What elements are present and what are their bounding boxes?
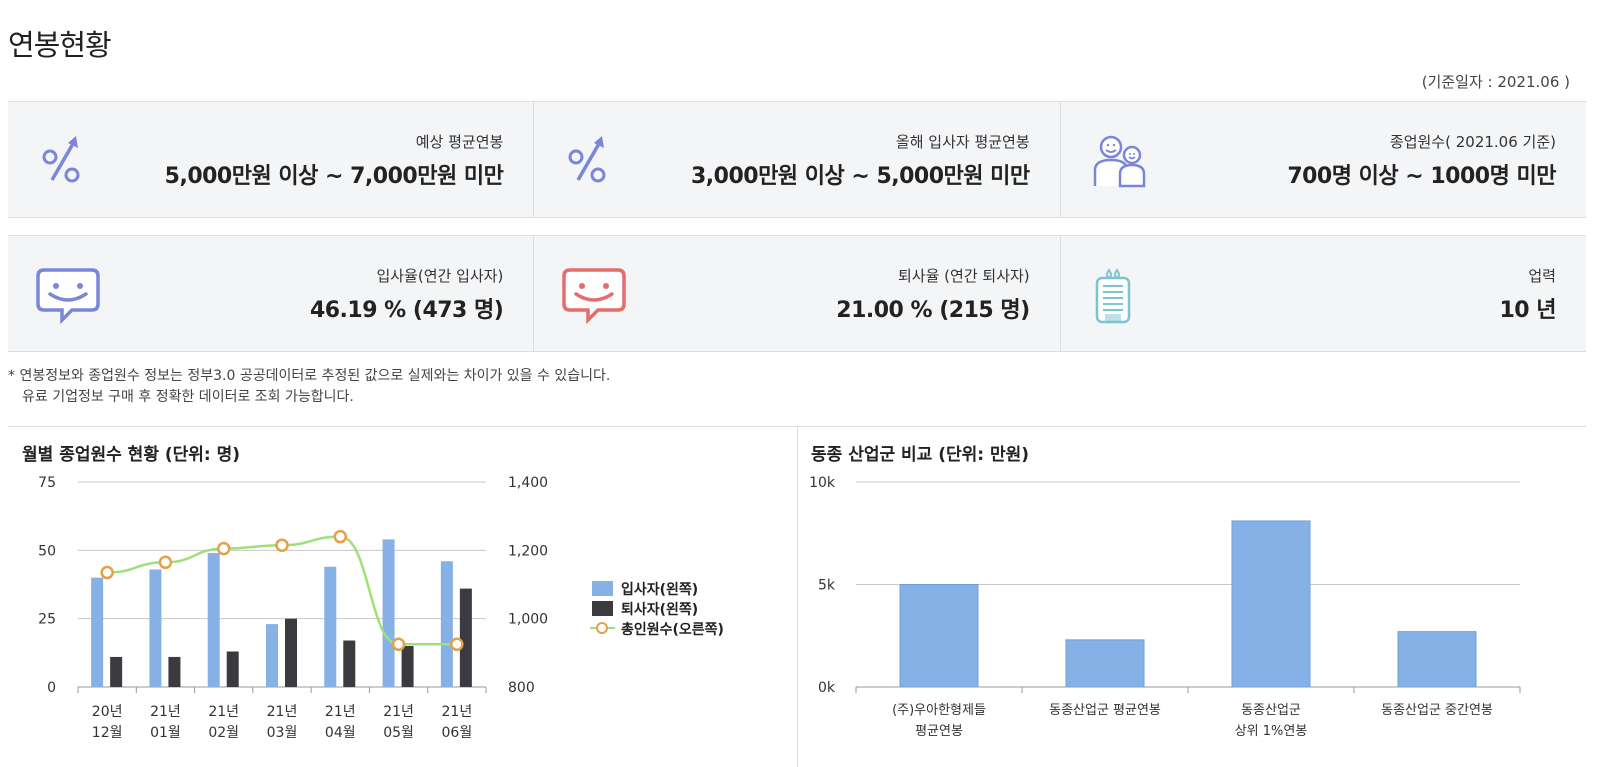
point-total-employees xyxy=(158,555,173,570)
percent-up-icon xyxy=(42,136,80,183)
x-tick-label: (주)우아한형제들 xyxy=(892,703,986,718)
stat-resign-rate: 퇴사율 (연간 퇴사자) 21.00 % (215 명) xyxy=(534,236,1061,351)
point-total-employees xyxy=(216,541,231,556)
x-tick-label: 21년 xyxy=(208,704,239,720)
page-title: 연봉현황 xyxy=(8,28,112,62)
x-tick-label: 01월 xyxy=(150,725,181,741)
stat-label: 올해 입사자 평균연봉 xyxy=(895,133,1030,151)
stats-row-salary: 예상 평균연봉 5,000만원 이상 ~ 7,000만원 미만 올해 입사자 평… xyxy=(8,101,1586,218)
x-tick-label: 21년 xyxy=(383,704,414,720)
bar-resignations xyxy=(226,651,239,687)
stat-hire-rate: 입사율(연간 입사자) 46.19 % (473 명) xyxy=(8,236,535,351)
bar-salary xyxy=(1397,631,1477,688)
x-tick-label: 상위 1%연봉 xyxy=(1235,724,1308,739)
stat-expected-avg-salary: 예상 평균연봉 5,000만원 이상 ~ 7,000만원 미만 xyxy=(8,102,535,217)
y-tick-label: 0k xyxy=(818,680,836,696)
bar-hires xyxy=(266,624,278,687)
x-tick-label: 03월 xyxy=(267,725,298,741)
bar-resignations xyxy=(285,618,297,687)
left-axis-tick-label: 75 xyxy=(38,475,56,491)
legend-label: 퇴사자(왼쪽) xyxy=(621,602,698,618)
disclaimer-line: * 연봉정보와 종업원수 정보는 정부3.0 공공데이터로 추정된 값으로 실제… xyxy=(8,368,611,384)
left-axis-tick-label: 50 xyxy=(38,543,56,559)
bar-resignations xyxy=(401,646,414,687)
bar-salary xyxy=(899,584,979,688)
point-total-employees xyxy=(275,538,289,552)
point-total-employees xyxy=(391,637,406,652)
industry-comparison-chart: 0k 5k 10k (주)우아한형제들평균연봉 동종산업군 평균연봉 동종산업군상위 1%… xyxy=(809,475,1521,739)
people-icon xyxy=(1093,135,1145,188)
legend-label: 입사자(왼쪽) xyxy=(621,582,698,598)
bar-hires xyxy=(324,566,337,687)
percent-up-icon xyxy=(568,136,606,183)
x-tick-label: 21년 xyxy=(442,704,473,720)
legend-swatch xyxy=(596,622,608,634)
right-axis-tick-label: 1,000 xyxy=(508,612,548,628)
industry-comparison-chart-title: 동종 산업군 비교 (단위: 만원) xyxy=(811,445,1030,465)
x-tick-label: 06월 xyxy=(442,725,473,741)
legend-swatch xyxy=(592,581,613,596)
stats-row-rates: 입사율(연간 입사자) 46.19 % (473 명) 퇴사율 (연간 퇴사자)… xyxy=(8,235,1586,352)
monthly-employee-chart-title: 월별 종업원수 현황 (단위: 명) xyxy=(22,445,241,465)
stat-label: 입사율(연간 입사자) xyxy=(376,267,504,285)
bar-resignations xyxy=(168,656,181,687)
bar-resignations xyxy=(459,588,472,687)
x-tick-label: 20년 xyxy=(92,704,123,720)
x-tick-label: 평균연봉 xyxy=(915,724,963,739)
x-tick-label: 21년 xyxy=(150,704,181,720)
stat-label: 업력 xyxy=(1528,267,1556,285)
stat-value: 3,000만원 이상 ~ 5,000만원 미만 xyxy=(690,164,1030,189)
x-tick-label: 12월 xyxy=(92,725,123,741)
point-total-employees xyxy=(333,529,348,544)
y-tick-label: 5k xyxy=(818,578,836,594)
stat-label: 예상 평균연봉 xyxy=(415,133,504,151)
point-total-employees xyxy=(100,565,114,580)
stat-value: 5,000만원 이상 ~ 7,000만원 미만 xyxy=(164,164,504,189)
stat-label: 퇴사율 (연간 퇴사자) xyxy=(898,267,1030,285)
basis-date: (기준일자 : 2021.06 ) xyxy=(1421,73,1570,91)
bar-resignations xyxy=(343,640,356,687)
smile-bubble-icon xyxy=(36,268,100,325)
x-tick-label: 21년 xyxy=(267,704,298,720)
x-tick-label: 02월 xyxy=(208,725,239,741)
x-tick-label: 04월 xyxy=(325,725,356,741)
bar-hires xyxy=(91,577,104,687)
y-tick-label: 10k xyxy=(809,475,836,491)
x-tick-label: 동종산업군 평균연봉 xyxy=(1049,703,1161,718)
legend-swatch xyxy=(592,601,613,616)
bar-resignations xyxy=(110,656,123,687)
monthly-employee-chart: 0 25 50 75 800 1,000 1,200 1,400 20년 12월 21년 01월 21년… xyxy=(38,475,724,741)
stat-value: 10 년 xyxy=(1499,298,1556,323)
left-axis-tick-label: 0 xyxy=(47,680,56,696)
left-axis-tick-label: 25 xyxy=(38,612,56,628)
x-tick-label: 동종산업군 xyxy=(1241,703,1301,718)
point-total-employees xyxy=(450,637,464,652)
x-tick-label: 동종산업군 중간연봉 xyxy=(1381,703,1493,718)
stat-years-in-business: 업력 10 년 xyxy=(1061,236,1586,351)
right-axis-tick-label: 1,400 xyxy=(508,475,548,491)
bar-hires xyxy=(440,561,453,687)
stat-employee-count: 종업원수( 2021.06 기준) 700명 이상 ~ 1000명 미만 xyxy=(1061,102,1586,217)
bar-hires xyxy=(382,539,395,687)
bar-salary xyxy=(1065,639,1145,688)
disclaimer-line: 유료 기업정보 구매 후 정확한 데이터로 조회 가능합니다. xyxy=(22,389,354,405)
legend-label: 총인원수(오른쪽) xyxy=(621,621,724,638)
bar-salary xyxy=(1231,520,1311,688)
right-axis-tick-label: 1,200 xyxy=(508,543,548,559)
stat-label: 종업원수( 2021.06 기준) xyxy=(1389,133,1556,151)
x-tick-label: 05월 xyxy=(383,725,414,741)
bar-hires xyxy=(207,553,220,687)
data-disclaimer: * 연봉정보와 종업원수 정보는 정부3.0 공공데이터로 추정된 값으로 실제… xyxy=(8,366,610,408)
stat-value: 21.00 % (215 명) xyxy=(836,298,1030,323)
panel-divider xyxy=(797,426,798,767)
stat-value: 46.19 % (473 명) xyxy=(309,298,504,323)
right-axis-tick-label: 800 xyxy=(508,680,535,696)
stat-value: 700명 이상 ~ 1000명 미만 xyxy=(1287,164,1556,189)
bar-hires xyxy=(149,569,162,687)
smile-bubble-icon xyxy=(562,268,627,325)
x-tick-label: 21년 xyxy=(325,704,356,720)
stat-new-hire-avg-salary: 올해 입사자 평균연봉 3,000만원 이상 ~ 5,000만원 미만 xyxy=(534,102,1061,217)
gift-calendar-icon xyxy=(1095,268,1130,324)
